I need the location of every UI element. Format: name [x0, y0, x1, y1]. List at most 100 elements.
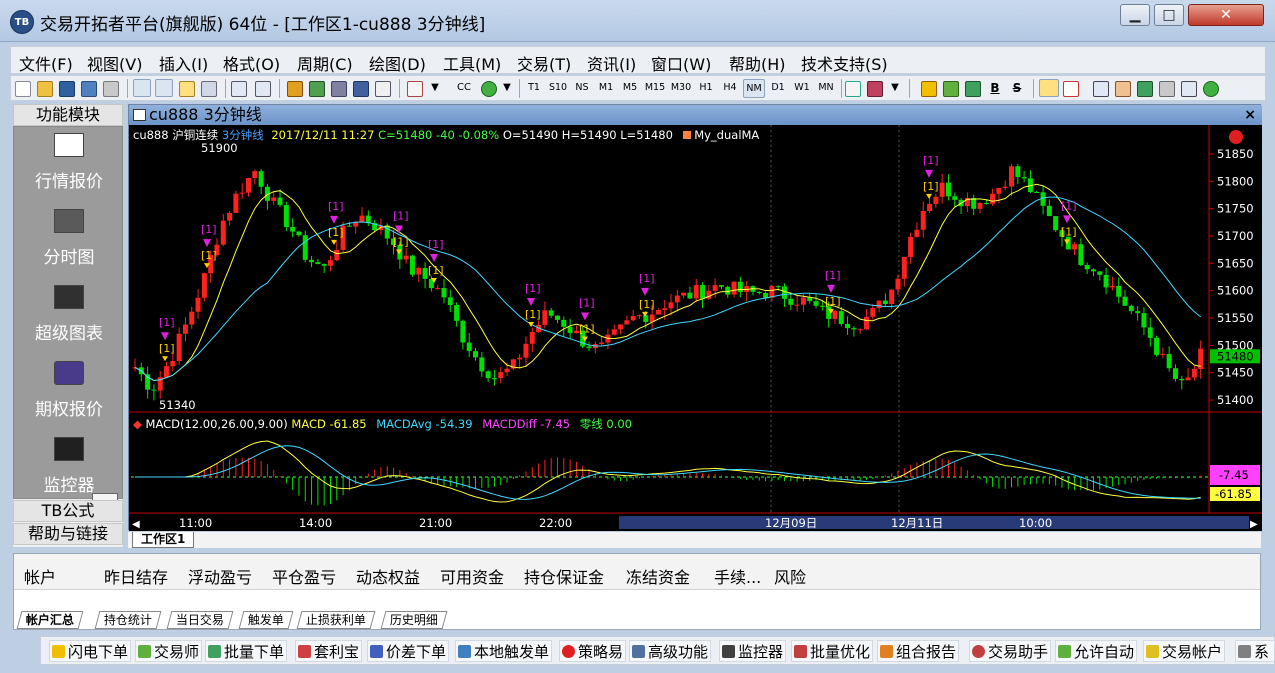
- tab-history[interactable]: 历史明细: [380, 611, 448, 629]
- maximize-button[interactable]: □: [1154, 4, 1184, 26]
- arbitrage-button[interactable]: 套利宝: [295, 640, 363, 662]
- menu-period[interactable]: 周期(C): [297, 51, 353, 75]
- period-nm[interactable]: NM: [743, 79, 765, 98]
- menu-trade[interactable]: 交易(T): [517, 51, 571, 75]
- col-floating-pnl[interactable]: 浮动盈亏: [188, 564, 252, 588]
- window-icon[interactable]: [255, 81, 271, 97]
- function-module-header[interactable]: 功能模块: [13, 104, 123, 126]
- cursor-line-icon[interactable]: [1063, 81, 1079, 97]
- menu-tools[interactable]: 工具(M): [443, 51, 501, 75]
- spread-order-button[interactable]: 价差下单: [367, 640, 450, 662]
- tab-account-summary[interactable]: 帐户汇总: [16, 611, 84, 629]
- module-monitor[interactable]: 监控器: [14, 431, 124, 496]
- menu-view[interactable]: 视图(V): [87, 51, 142, 75]
- print-icon[interactable]: [103, 81, 119, 97]
- line-chart-icon[interactable]: [845, 81, 861, 97]
- module-quote[interactable]: 行情报价: [14, 127, 124, 192]
- lightning-icon[interactable]: [921, 81, 937, 97]
- trader-icon[interactable]: [943, 81, 959, 97]
- color-dropdown-icon[interactable]: ▼: [889, 79, 901, 98]
- module-option-quote[interactable]: 期权报价: [14, 355, 124, 420]
- tab-workspace-1[interactable]: 工作区1: [132, 532, 195, 548]
- period-h1[interactable]: H1: [695, 79, 717, 98]
- edit-icon[interactable]: [179, 81, 195, 97]
- minimize-button[interactable]: ▁: [1120, 4, 1150, 26]
- indicator-icon[interactable]: [407, 81, 423, 97]
- comment-icon[interactable]: [1039, 79, 1059, 97]
- menu-support[interactable]: 技术支持(S): [801, 51, 888, 75]
- period-m30[interactable]: M30: [669, 79, 693, 98]
- strategy-button[interactable]: 策略易: [559, 640, 627, 662]
- col-available-funds[interactable]: 可用资金: [440, 564, 504, 588]
- circle-dropdown-icon[interactable]: ▼: [501, 79, 513, 98]
- advanced-button[interactable]: 高级功能: [629, 640, 712, 662]
- crosshair-icon[interactable]: [155, 79, 173, 97]
- refresh-icon[interactable]: [1203, 81, 1219, 97]
- col-frozen-funds[interactable]: 冻结资金: [626, 564, 690, 588]
- period-m5[interactable]: M5: [619, 79, 641, 98]
- indicator-dropdown-icon[interactable]: ▼: [429, 79, 441, 98]
- local-trigger-button[interactable]: 本地触发单: [455, 640, 553, 662]
- trade-account-button[interactable]: 交易帐户: [1143, 640, 1226, 662]
- col-margin[interactable]: 持仓保证金: [524, 564, 604, 588]
- help-links-header[interactable]: 帮助与链接: [13, 523, 123, 545]
- col-dynamic-equity[interactable]: 动态权益: [356, 564, 420, 588]
- chart-close-icon[interactable]: ×: [1244, 105, 1256, 125]
- open-icon[interactable]: [37, 81, 53, 97]
- calculator-icon[interactable]: [331, 81, 347, 97]
- panel-icon[interactable]: [375, 81, 391, 97]
- save-icon[interactable]: [59, 81, 75, 97]
- flash-order-button[interactable]: 闪电下单: [49, 640, 132, 662]
- monitor-button[interactable]: 监控器: [719, 640, 787, 662]
- menu-draw[interactable]: 绘图(D): [369, 51, 426, 75]
- menu-news[interactable]: 资讯(I): [587, 51, 636, 75]
- trader-button[interactable]: 交易师: [135, 640, 203, 662]
- tab-stop-profit[interactable]: 止损获利单: [296, 611, 376, 629]
- pin-icon[interactable]: [1137, 81, 1153, 97]
- period-h4[interactable]: H4: [719, 79, 741, 98]
- system-button[interactable]: 系: [1235, 640, 1275, 662]
- basket-icon[interactable]: [965, 81, 981, 97]
- batch-order-button[interactable]: 批量下单: [205, 640, 288, 662]
- circle-icon[interactable]: [481, 81, 497, 97]
- price-chart[interactable]: 5185051800517505170051650516005155051500…: [129, 125, 1262, 531]
- tab-position-stats[interactable]: 持仓统计: [94, 611, 162, 629]
- period-d1[interactable]: D1: [767, 79, 789, 98]
- col-account[interactable]: 帐户: [24, 564, 56, 588]
- hand-icon[interactable]: [1115, 81, 1131, 97]
- module-super-chart[interactable]: 超级图表: [14, 279, 124, 344]
- period-s10[interactable]: S10: [547, 79, 569, 98]
- new-icon[interactable]: [15, 81, 31, 97]
- tab-trigger-orders[interactable]: 触发单: [238, 611, 294, 629]
- portfolio-report-button[interactable]: 组合报告: [877, 640, 960, 662]
- close-button[interactable]: ✕: [1188, 4, 1264, 26]
- period-m15[interactable]: M15: [643, 79, 667, 98]
- module-timeshare[interactable]: 分时图: [14, 203, 124, 268]
- save-all-icon[interactable]: [81, 81, 97, 97]
- period-ns[interactable]: NS: [571, 79, 593, 98]
- cursor-icon[interactable]: [133, 79, 151, 97]
- expand-icon[interactable]: [1181, 81, 1197, 97]
- zoom-icon[interactable]: [1093, 81, 1109, 97]
- buy-button[interactable]: B: [987, 79, 1003, 98]
- cc-button[interactable]: CC: [451, 79, 477, 98]
- tab-today-trades[interactable]: 当日交易: [166, 611, 234, 629]
- tb-formula-header[interactable]: TB公式: [13, 500, 123, 522]
- menu-window[interactable]: 窗口(W): [651, 51, 711, 75]
- sell-button[interactable]: S: [1009, 79, 1025, 98]
- allow-auto-button[interactable]: 允许自动: [1055, 640, 1138, 662]
- menu-file[interactable]: 文件(F): [19, 51, 73, 75]
- menu-format[interactable]: 格式(O): [223, 51, 280, 75]
- keyboard-icon[interactable]: [201, 81, 217, 97]
- lock-icon[interactable]: [287, 81, 303, 97]
- layout-icon[interactable]: [231, 81, 247, 97]
- color-icon[interactable]: [867, 81, 883, 97]
- menu-help[interactable]: 帮助(H): [729, 51, 786, 75]
- link-icon[interactable]: [1159, 81, 1175, 97]
- col-fees[interactable]: 手续...: [714, 564, 761, 588]
- table-icon[interactable]: [353, 81, 369, 97]
- col-prev-balance[interactable]: 昨日结存: [104, 564, 168, 588]
- col-risk[interactable]: 风险: [774, 564, 806, 588]
- menu-insert[interactable]: 插入(I): [159, 51, 208, 75]
- period-w1[interactable]: W1: [791, 79, 813, 98]
